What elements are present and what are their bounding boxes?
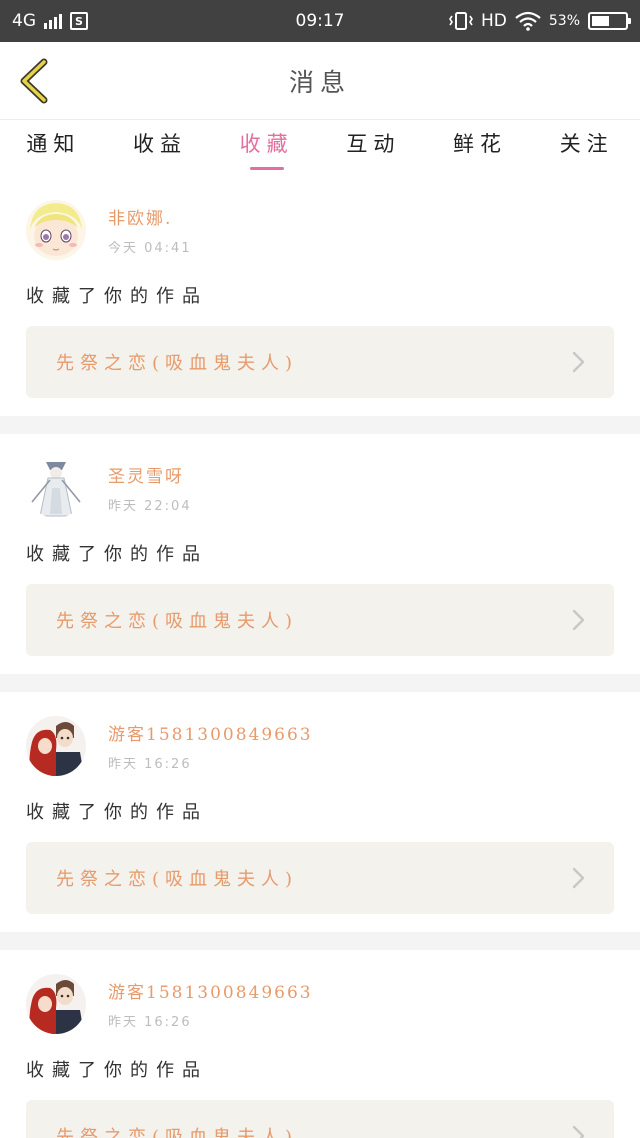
battery-fill [592, 16, 609, 26]
status-left: 4G S [12, 11, 88, 31]
network-type: 4G [12, 11, 36, 31]
battery-percent: 53% [548, 13, 580, 29]
tab-flowers[interactable]: 鲜花 [427, 120, 534, 176]
hd-label: HD [481, 11, 507, 31]
work-title: 先祭之恋(吸血鬼夫人) [56, 353, 299, 374]
card-header: 圣灵雪呀 昨天 22:04 [26, 458, 614, 518]
action-text: 收藏了你的作品 [26, 802, 208, 823]
back-chevron-icon [20, 58, 48, 104]
wifi-icon [515, 11, 541, 31]
chevron-right-icon [572, 1125, 588, 1138]
card-meta: 游客15813008496​63 昨天 16:26 [108, 720, 313, 772]
username[interactable]: 非欧娜. [108, 204, 192, 229]
status-right: HD 53% [449, 11, 631, 31]
tab-label: 关注 [559, 132, 614, 156]
card-meta: 非欧娜. 今天 04:41 [108, 204, 192, 256]
chevron-right-icon [572, 867, 588, 889]
tab-follows[interactable]: 关注 [533, 120, 640, 176]
card-header: 游客15813008496​63 昨天 16:26 [26, 716, 614, 776]
anime-girl-avatar-icon [26, 200, 86, 260]
tab-interactions[interactable]: 互动 [320, 120, 427, 176]
vibrate-icon [449, 12, 473, 30]
timestamp: 昨天 16:26 [108, 757, 192, 772]
page-title: 消息 [288, 67, 351, 97]
work-link[interactable]: 先祭之恋(吸血鬼夫人) [26, 1100, 614, 1138]
tab-label: 收藏 [239, 132, 294, 156]
couple-avatar-icon [26, 716, 86, 776]
timestamp: 昨天 22:04 [108, 499, 192, 514]
message-list: 非欧娜. 今天 04:41 收藏了你的作品 先祭之恋(吸血鬼夫人) 圣灵雪呀 昨… [0, 176, 640, 1138]
tab-label: 互动 [346, 132, 401, 156]
active-tab-indicator [249, 167, 284, 170]
work-title: 先祭之恋(吸血鬼夫人) [56, 611, 299, 632]
app-notification-icon: S [70, 12, 88, 30]
nav-header: 消息 [0, 42, 640, 120]
action-text: 收藏了你的作品 [26, 286, 208, 307]
card-meta: 圣灵雪呀 昨天 22:04 [108, 462, 192, 514]
signal-icon [44, 13, 62, 29]
action-text: 收藏了你的作品 [26, 544, 208, 565]
work-link[interactable]: 先祭之恋(吸血鬼夫人) [26, 842, 614, 914]
card-meta: 游客15813008496​63 昨天 16:26 [108, 978, 313, 1030]
username[interactable]: 游客15813008496​63 [108, 978, 313, 1003]
tab-label: 收益 [133, 132, 187, 156]
chevron-right-icon [572, 351, 588, 373]
action-text: 收藏了你的作品 [26, 1060, 208, 1081]
tab-bar: 通知 收益 收藏 互动 鲜花 关注 [0, 120, 640, 176]
battery-icon [588, 12, 631, 30]
white-dress-figure-icon [26, 458, 86, 518]
tab-earnings[interactable]: 收益 [107, 120, 214, 176]
back-button[interactable] [16, 56, 52, 106]
tab-label: 通知 [26, 132, 81, 156]
avatar[interactable] [26, 974, 86, 1034]
status-bar: 4G S 09:17 HD 53% [0, 0, 640, 42]
card-header: 非欧娜. 今天 04:41 [26, 200, 614, 260]
avatar[interactable] [26, 200, 86, 260]
timestamp: 今天 04:41 [108, 241, 192, 256]
message-card: 游客15813008496​63 昨天 16:26 收藏了你的作品 先祭之恋(吸… [0, 950, 640, 1138]
username[interactable]: 圣灵雪呀 [108, 462, 192, 487]
message-card: 圣灵雪呀 昨天 22:04 收藏了你的作品 先祭之恋(吸血鬼夫人) [0, 434, 640, 674]
tab-notifications[interactable]: 通知 [0, 120, 107, 176]
chevron-right-icon [572, 609, 588, 631]
timestamp: 昨天 16:26 [108, 1015, 192, 1030]
work-title: 先祭之恋(吸血鬼夫人) [56, 869, 299, 890]
message-card: 非欧娜. 今天 04:41 收藏了你的作品 先祭之恋(吸血鬼夫人) [0, 176, 640, 416]
tab-label: 鲜花 [453, 132, 508, 156]
card-header: 游客15813008496​63 昨天 16:26 [26, 974, 614, 1034]
work-title: 先祭之恋(吸血鬼夫人) [56, 1127, 299, 1138]
work-link[interactable]: 先祭之恋(吸血鬼夫人) [26, 326, 614, 398]
avatar[interactable] [26, 716, 86, 776]
avatar[interactable] [26, 458, 86, 518]
tab-favorites[interactable]: 收藏 [213, 120, 320, 176]
message-card: 游客15813008496​63 昨天 16:26 收藏了你的作品 先祭之恋(吸… [0, 692, 640, 932]
username[interactable]: 游客15813008496​63 [108, 720, 313, 745]
couple-avatar-icon [26, 974, 86, 1034]
work-link[interactable]: 先祭之恋(吸血鬼夫人) [26, 584, 614, 656]
